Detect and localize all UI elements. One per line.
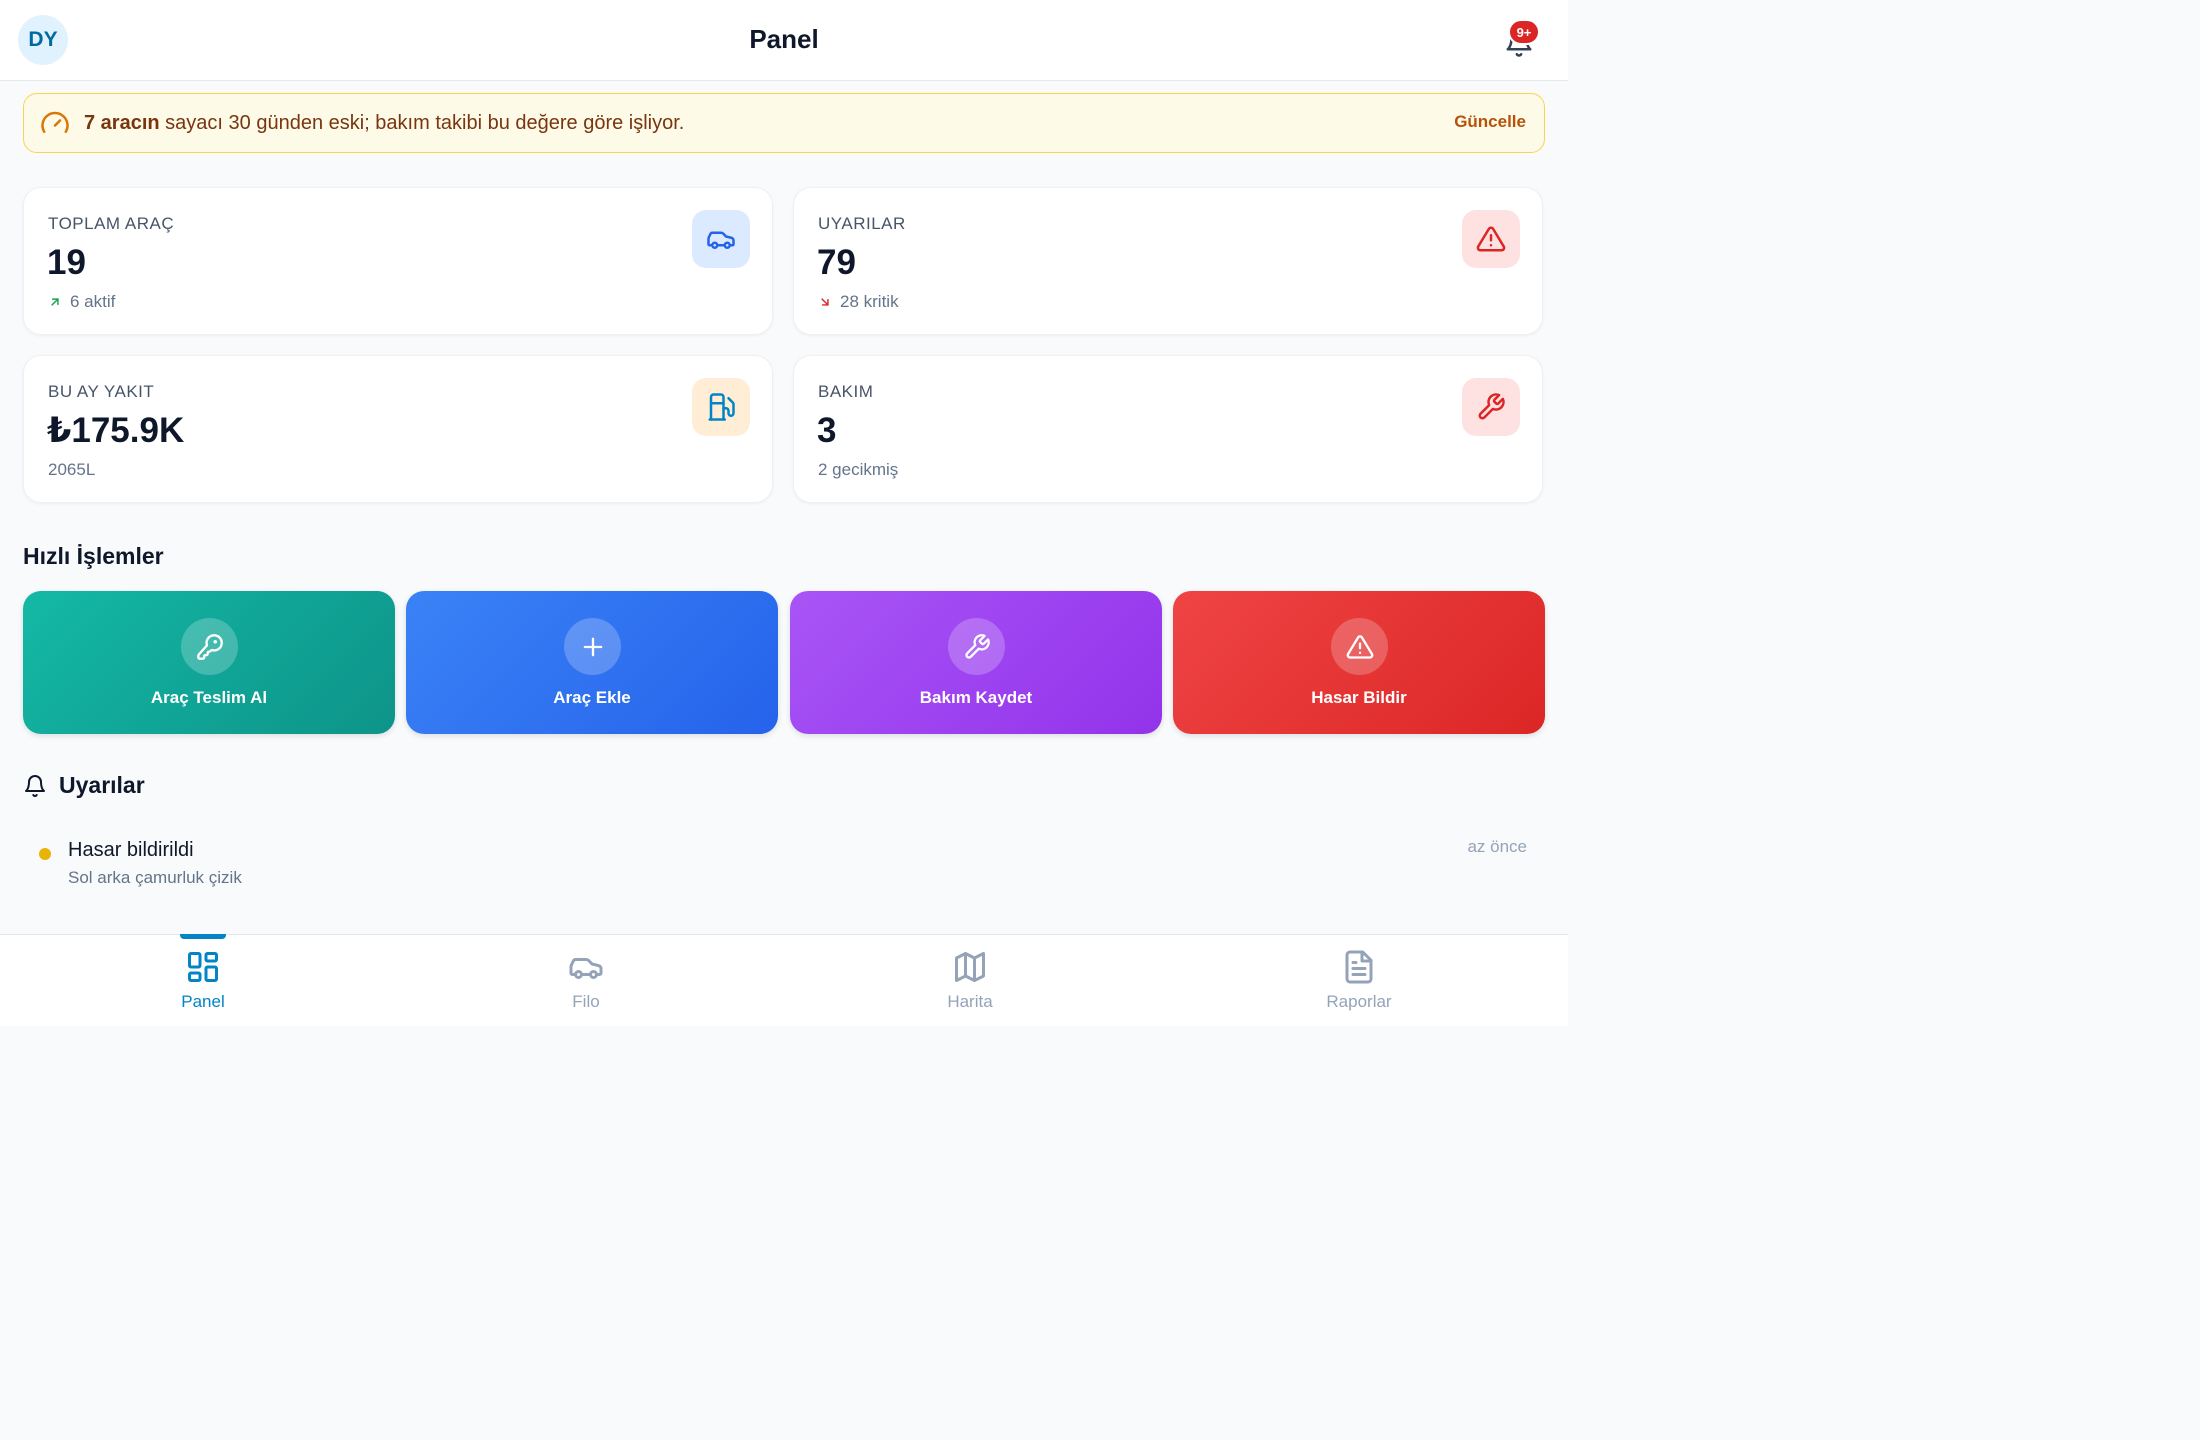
nav-item-panel[interactable]: Panel — [123, 934, 283, 1027]
stat-label: BAKIM — [818, 382, 874, 401]
stat-sub-text: 6 aktif — [70, 292, 116, 311]
nav-label: Filo — [572, 992, 600, 1011]
stat-subtext: 2065L — [48, 460, 95, 480]
nav-label: Panel — [181, 992, 225, 1011]
banner-bold-text: 7 aracın — [84, 111, 160, 134]
nav-label: Harita — [947, 992, 993, 1011]
vehicle-handover-button[interactable]: Araç Teslim Al — [23, 591, 395, 734]
bottom-navigation: Panel Filo Harita Raporlar — [0, 934, 1568, 1026]
stat-card-total-vehicles[interactable]: TOPLAM ARAÇ 19 6 aktif — [23, 187, 773, 335]
alert-timestamp: az önce — [1467, 837, 1527, 856]
car-icon — [506, 949, 666, 985]
report-damage-button[interactable]: Hasar Bildir — [1173, 591, 1545, 734]
map-icon — [890, 949, 1050, 985]
stat-card-alerts[interactable]: UYARILAR 79 28 kritik — [793, 187, 1543, 335]
notifications-button[interactable]: 9+ — [1500, 19, 1540, 62]
gauge-icon — [40, 108, 70, 138]
stat-subtext: 6 aktif — [48, 292, 115, 312]
list-item[interactable]: Hasar bildirildi Sol arka çamurluk çizik… — [23, 830, 1545, 902]
dashboard-icon — [123, 949, 283, 985]
trend-down-icon — [821, 298, 829, 306]
warning-icon — [1331, 618, 1388, 675]
stat-sub-text: 2065L — [48, 460, 96, 479]
alert-title: Hasar bildirildi — [68, 839, 194, 861]
page-title: Panel — [749, 24, 819, 54]
record-maintenance-button[interactable]: Bakım Kaydet — [790, 591, 1162, 734]
stat-card-fuel[interactable]: BU AY YAKIT ₺175.9K 2065L — [23, 355, 773, 503]
stat-label: UYARILAR — [818, 214, 906, 233]
nav-item-fleet[interactable]: Filo — [506, 935, 666, 1027]
action-label: Hasar Bildir — [1311, 688, 1407, 707]
action-label: Araç Ekle — [553, 688, 631, 707]
update-odometer-button[interactable]: Güncelle — [1454, 112, 1526, 132]
notification-badge: 9+ — [1508, 19, 1540, 45]
nav-label: Raporlar — [1326, 992, 1392, 1011]
add-vehicle-button[interactable]: Araç Ekle — [406, 591, 778, 734]
key-icon — [181, 618, 238, 675]
alerts-section-header: Uyarılar — [23, 772, 145, 799]
status-dot — [39, 848, 51, 860]
active-tab-indicator — [180, 934, 226, 939]
alerts-title: Uyarılar — [59, 772, 145, 798]
car-icon — [692, 210, 750, 268]
fuel-icon — [692, 378, 750, 436]
action-label: Araç Teslim Al — [150, 688, 268, 707]
app-header: DY Panel 9+ — [0, 0, 1568, 81]
stat-value: ₺175.9K — [47, 411, 185, 450]
stat-value: 3 — [817, 411, 837, 450]
odometer-warning-banner: 7 aracın sayacı 30 günden eski; bakım ta… — [23, 93, 1545, 153]
stat-value: 79 — [817, 243, 856, 282]
warning-icon — [1462, 210, 1520, 268]
nav-item-reports[interactable]: Raporlar — [1279, 935, 1439, 1027]
banner-message: 7 aracın sayacı 30 günden eski; bakım ta… — [84, 112, 684, 135]
stat-label: BU AY YAKIT — [48, 382, 155, 401]
wrench-icon — [1462, 378, 1520, 436]
nav-item-map[interactable]: Harita — [890, 935, 1050, 1027]
stat-sub-text: 2 gecikmiş — [818, 460, 899, 479]
wrench-icon — [948, 618, 1005, 675]
bell-icon — [25, 774, 45, 797]
trend-up-icon — [51, 298, 59, 306]
banner-text: sayacı 30 günden eski; bakım takibi bu d… — [159, 111, 685, 134]
stat-subtext: 2 gecikmiş — [818, 460, 898, 480]
plus-icon — [564, 618, 621, 675]
stat-card-maintenance[interactable]: BAKIM 3 2 gecikmiş — [793, 355, 1543, 503]
stat-value: 19 — [47, 243, 86, 282]
report-icon — [1279, 949, 1439, 985]
quick-actions-title: Hızlı İşlemler — [23, 543, 164, 569]
stat-sub-text: 28 kritik — [840, 292, 899, 311]
alert-description: Sol arka çamurluk çizik — [68, 868, 242, 887]
stat-subtext: 28 kritik — [818, 292, 899, 312]
action-label: Bakım Kaydet — [919, 688, 1033, 707]
stat-label: TOPLAM ARAÇ — [48, 214, 175, 233]
